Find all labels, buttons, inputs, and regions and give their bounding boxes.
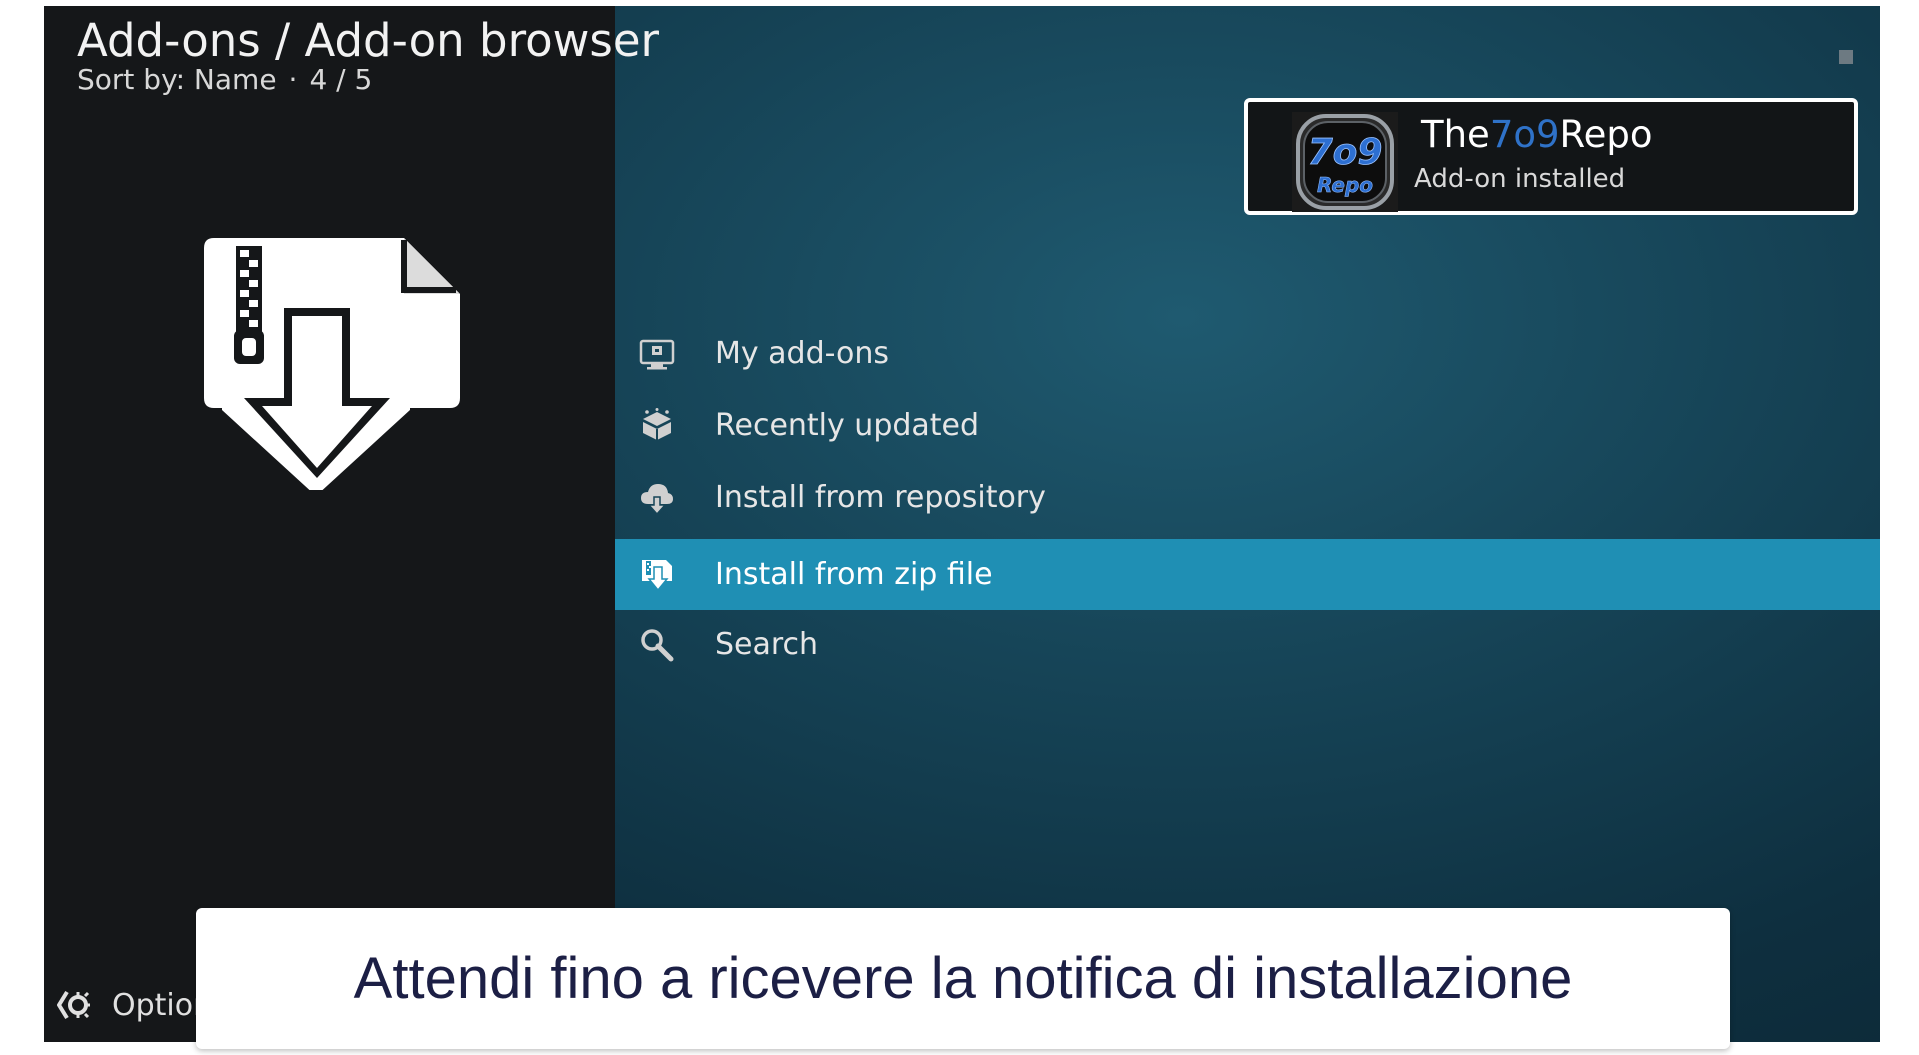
caption-banner: Attendi fino a ricevere la notifica di i… (196, 908, 1730, 1049)
menu-label: Search (715, 627, 819, 662)
sort-label: Sort by: Name (77, 63, 277, 96)
menu-item-install-from-repository[interactable]: Install from repository (615, 462, 1880, 533)
svg-text:7o9: 7o9 (1308, 132, 1383, 173)
menu-item-search[interactable]: Search (615, 609, 1880, 680)
repo-logo-icon: 7o9 Repo (1292, 112, 1398, 212)
zip-file-download-icon (204, 238, 460, 490)
title-accent: 7o9 (1489, 113, 1560, 156)
page-title: Add-ons / Add-on browser (77, 14, 660, 67)
menu-item-install-from-zip-file[interactable]: Install from zip file (615, 539, 1880, 610)
box-updated-icon (643, 408, 671, 440)
addon-installed-notification: 7o9 Repo The7o9Repo Add-on installed (1244, 98, 1858, 215)
left-info-panel: Add-ons / Add-on browser Sort by: Name · 4… (44, 6, 659, 1042)
clock-indicator (1839, 50, 1853, 64)
menu-item-my-addons[interactable]: My add-ons (615, 318, 1880, 389)
cloud-download-icon (641, 484, 673, 516)
title-prefix: The (1421, 113, 1490, 156)
zip-install-icon (642, 560, 672, 592)
notification-subtitle: Add-on installed (1414, 164, 1626, 194)
sort-info: Sort by: Name · 4 / 5 (77, 62, 372, 98)
options-gear-icon[interactable] (56, 988, 90, 1022)
notification-title: The7o9Repo (1421, 112, 1652, 158)
menu-label: Install from zip file (715, 557, 993, 592)
menu-item-recently-updated[interactable]: Recently updated (615, 390, 1880, 461)
kodi-screen: Add-ons / Add-on browser Sort by: Name · 4… (44, 6, 1880, 1042)
menu-label: Recently updated (715, 408, 980, 443)
menu-label: Install from repository (715, 480, 1046, 515)
separator-dot: · (288, 63, 298, 96)
title-suffix: Repo (1559, 113, 1653, 156)
search-icon (641, 629, 674, 662)
page-count: 4 / 5 (309, 63, 373, 96)
menu-label: My add-ons (715, 336, 890, 371)
svg-text:Repo: Repo (1317, 173, 1373, 197)
monitor-addons-icon (639, 339, 675, 370)
caption-text: Attendi fino a ricevere la notifica di i… (353, 946, 1573, 1011)
